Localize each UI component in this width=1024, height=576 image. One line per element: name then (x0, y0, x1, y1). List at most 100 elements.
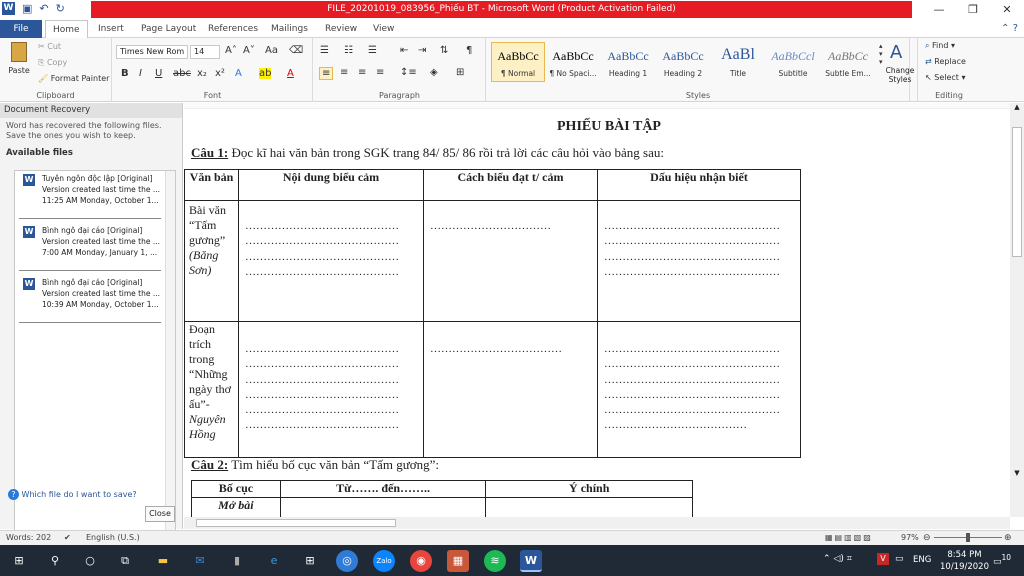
answer-cell[interactable]: …………………………………………………………………………………………………………… (597, 200, 801, 322)
multilevel-list-icon[interactable]: ☰ (368, 45, 377, 56)
shading-icon[interactable]: ◈ (430, 67, 438, 78)
clear-format-icon[interactable]: ⌫ (289, 45, 303, 56)
list-item[interactable]: W Bình ngô đại cáo [Original] Version cre… (19, 275, 161, 323)
style-subtitle[interactable]: AaBbCcl Subtitle (766, 42, 820, 82)
tray-icons[interactable]: ⌃ ◁) ⌗ (823, 554, 852, 564)
style-subtle-emphasis[interactable]: AaBbCc Subtle Em... (821, 42, 875, 82)
vertical-scrollbar[interactable]: ▲ ▼ (1010, 103, 1024, 517)
change-case-icon[interactable]: Aa (265, 45, 278, 56)
scroll-down-arrow[interactable]: ▼ (1010, 469, 1024, 477)
copy-button[interactable]: ⎘ Copy (38, 58, 67, 68)
list-item[interactable]: W Bình ngô đại cáo [Original] Version cre… (19, 223, 161, 271)
answer-cell[interactable]: ……………………………… (423, 321, 598, 458)
find-button[interactable]: ⌕ Find ▾ (925, 41, 955, 51)
format-painter-button[interactable]: 🖌 Format Painter (38, 74, 109, 83)
help-link[interactable]: ? Which file do I want to save? (8, 489, 137, 500)
recovered-files-list[interactable]: W Tuyên ngôn độc lập [Original] Version c… (14, 170, 176, 538)
tab-view[interactable]: View (373, 20, 394, 38)
proofing-icon[interactable]: ✔ (64, 531, 71, 545)
list-item[interactable]: W Tuyên ngôn độc lập [Original] Version c… (19, 171, 161, 219)
edge-icon[interactable]: e (263, 550, 285, 572)
subscript-icon[interactable]: x₂ (197, 68, 207, 79)
usb-icon[interactable]: ▮ (226, 550, 248, 572)
style-heading-2[interactable]: AaBbCc Heading 2 (656, 42, 710, 82)
change-styles-button[interactable]: A Change Styles (880, 38, 918, 102)
bold-icon[interactable]: B (121, 68, 129, 79)
zoom-level[interactable]: 97% (901, 531, 919, 545)
tab-file[interactable]: File (0, 20, 42, 38)
cut-button[interactable]: ✂ Cut (38, 42, 61, 51)
cortana-icon[interactable]: ○ (79, 550, 101, 572)
align-left-icon[interactable]: ≡ (319, 67, 334, 80)
sort-icon[interactable]: ⇅ (440, 45, 448, 56)
tab-home[interactable]: Home (45, 20, 88, 39)
tab-review[interactable]: Review (325, 20, 357, 38)
language-indicator[interactable]: English (U.S.) (86, 531, 140, 545)
search-icon[interactable]: ⚲ (44, 550, 66, 572)
grow-font-icon[interactable]: A˄ (225, 45, 237, 56)
text-effects-icon[interactable]: A (235, 68, 242, 79)
document-page[interactable]: PHIẾU BÀI TẬP Câu 1: Đọc kĩ hai văn bản … (184, 103, 1010, 517)
collapse-ribbon-icon[interactable]: ⌃ (1001, 23, 1009, 34)
align-center-icon[interactable]: ≡ (340, 67, 348, 78)
zoom-slider[interactable]: ⊖ ⊕ (923, 533, 1013, 543)
word-app-icon[interactable]: W (2, 2, 15, 15)
windows-start-icon[interactable]: ⊞ (8, 550, 30, 572)
tab-page-layout[interactable]: Page Layout (141, 20, 196, 38)
superscript-icon[interactable]: x² (215, 68, 225, 79)
answer-cell[interactable]: …………………………………………………………………………………………………………… (238, 321, 424, 458)
borders-icon[interactable]: ⊞ (456, 67, 464, 78)
strikethrough-icon[interactable]: abc (173, 68, 191, 79)
pilcrow-icon[interactable]: ¶ (466, 45, 472, 56)
answer-cell[interactable]: …………………………………………………………………………………………………………… (238, 200, 424, 322)
align-right-icon[interactable]: ≡ (358, 67, 366, 78)
hscroll-thumb[interactable] (196, 519, 396, 527)
bullets-icon[interactable]: ☰ (320, 45, 329, 56)
select-button[interactable]: ↖ Select ▾ (925, 73, 966, 82)
close-window-button[interactable]: ✕ (990, 0, 1024, 20)
undo-icon[interactable]: ↶ (39, 2, 48, 15)
style-title[interactable]: AaBl Title (711, 42, 765, 82)
scroll-up-arrow[interactable]: ▲ (1010, 103, 1024, 115)
increase-indent-icon[interactable]: ⇥ (418, 45, 426, 56)
antivirus-icon[interactable]: V (877, 553, 889, 565)
font-name-select[interactable]: Times New Rom (116, 45, 188, 59)
underline-icon[interactable]: U (155, 68, 162, 79)
line-spacing-icon[interactable]: ↕≡ (400, 67, 417, 78)
list-scrollbar[interactable] (165, 171, 175, 537)
word-taskbar-icon[interactable]: W (520, 550, 542, 572)
network-icon[interactable]: ▭ (895, 554, 904, 564)
help-icon[interactable]: ? (1013, 23, 1018, 34)
replace-button[interactable]: ⇄ Replace (925, 57, 966, 66)
notification-icon[interactable]: ▭10 (993, 553, 1011, 567)
task-view-icon[interactable]: ⧉ (114, 550, 136, 572)
answer-cell[interactable] (279, 497, 487, 517)
tab-mailings[interactable]: Mailings (271, 20, 308, 38)
justify-icon[interactable]: ≡ (376, 67, 384, 78)
shrink-font-icon[interactable]: A˅ (243, 45, 255, 56)
save-icon[interactable]: ▣ (22, 2, 32, 15)
store-icon[interactable]: ⊞ (299, 550, 321, 572)
word-count[interactable]: Words: 202 (6, 531, 51, 545)
style-heading-1[interactable]: AaBbCc Heading 1 (601, 42, 655, 82)
tab-references[interactable]: References (208, 20, 258, 38)
file-explorer-icon[interactable]: ▬ (152, 550, 174, 572)
minimize-button[interactable]: — (922, 0, 956, 20)
answer-cell[interactable] (485, 497, 693, 517)
numbering-icon[interactable]: ☷ (344, 45, 353, 56)
input-language[interactable]: ENG (913, 555, 931, 565)
font-color-icon[interactable]: A (287, 68, 294, 79)
highlight-icon[interactable]: ab (259, 68, 272, 79)
italic-icon[interactable]: I (139, 68, 142, 79)
zalo-icon[interactable]: Zalo (373, 550, 395, 572)
horizontal-scrollbar[interactable] (184, 517, 1010, 529)
mail-icon[interactable]: ✉ (189, 550, 211, 572)
paste-button[interactable]: Paste (6, 42, 32, 82)
clock[interactable]: 8:54 PM 10/19/2020 (940, 549, 989, 573)
answer-cell[interactable]: …………………………… (423, 200, 598, 322)
close-pane-button[interactable]: Close (145, 506, 175, 522)
redo-icon[interactable]: ↻ (56, 2, 65, 15)
restore-button[interactable]: ❐ (956, 0, 990, 20)
spotify-icon[interactable]: ≋ (484, 550, 506, 572)
chrome-blue-icon[interactable]: ◎ (336, 550, 358, 572)
